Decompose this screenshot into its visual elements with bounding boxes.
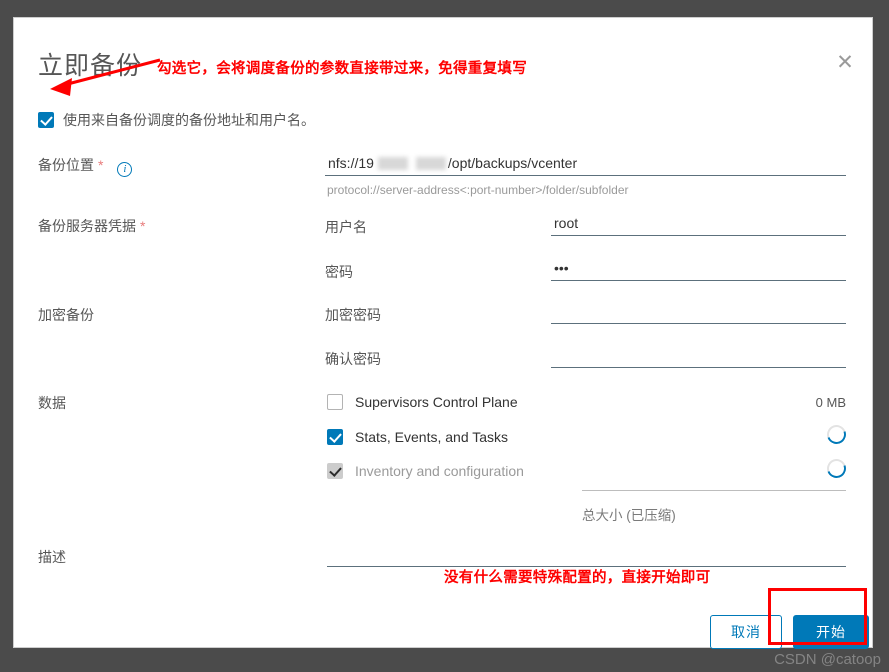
encrypt-backup-label: 加密备份: [38, 307, 94, 323]
cancel-button[interactable]: 取消: [710, 615, 782, 649]
watermark: CSDN @catoop: [774, 651, 881, 668]
stats-events-tasks-label: Stats, Events, and Tasks: [355, 429, 509, 445]
backup-now-dialog: 立即备份 ✕ 使用来自备份调度的备份地址和用户名。 备份位置 * i nfs://…: [13, 17, 873, 649]
description-label: 描述: [38, 549, 66, 565]
description-input[interactable]: [327, 545, 846, 567]
use-schedule-settings-checkbox[interactable]: [38, 112, 54, 128]
close-icon[interactable]: ✕: [834, 52, 856, 74]
supervisors-control-plane-size: 0 MB: [815, 395, 846, 410]
backup-location-help: protocol://server-address<:port-number>/…: [327, 183, 629, 197]
stats-events-tasks-loading-spinner: [823, 421, 850, 448]
encryption-password-label: 加密密码: [325, 307, 381, 323]
inventory-configuration-label: Inventory and configuration: [355, 463, 524, 479]
required-asterisk: *: [98, 157, 104, 173]
redacted-octet-1: [377, 157, 408, 170]
username-label: 用户名: [325, 219, 367, 235]
required-asterisk: *: [140, 218, 146, 234]
data-row-supervisors[interactable]: Supervisors Control Plane: [327, 394, 518, 410]
data-section-label: 数据: [38, 395, 66, 411]
stats-events-tasks-checkbox[interactable]: [327, 429, 343, 445]
dialog-title: 立即备份: [38, 52, 143, 80]
username-input[interactable]: [551, 214, 846, 236]
redacted-octet-2: [415, 157, 446, 170]
backup-location-underline: [325, 175, 846, 176]
backup-credentials-label: 备份服务器凭据 *: [38, 218, 146, 234]
inventory-configuration-checkbox: [327, 463, 343, 479]
data-row-inventory-configuration: Inventory and configuration: [327, 463, 524, 479]
password-label: 密码: [325, 264, 353, 280]
use-schedule-settings-label: 使用来自备份调度的备份地址和用户名。: [63, 112, 315, 128]
supervisors-control-plane-label: Supervisors Control Plane: [355, 394, 518, 410]
inventory-configuration-loading-spinner: [823, 455, 850, 482]
annotation-bottom: 没有什么需要特殊配置的，直接开始即可: [444, 570, 711, 586]
data-row-stats-events-tasks[interactable]: Stats, Events, and Tasks: [327, 429, 508, 445]
supervisors-control-plane-checkbox[interactable]: [327, 394, 343, 410]
backup-location-suffix: /opt/backups/vcenter: [447, 155, 578, 171]
backup-location-label: 备份位置 * i: [38, 155, 133, 177]
start-button[interactable]: 开始: [793, 615, 869, 649]
backup-location-field[interactable]: nfs://19/opt/backups/vcenter: [325, 153, 846, 176]
confirm-password-input[interactable]: [551, 346, 846, 368]
confirm-password-label: 确认密码: [325, 351, 381, 367]
info-icon[interactable]: i: [117, 162, 133, 177]
backup-location-prefix: nfs://19: [328, 155, 374, 171]
backup-location-value[interactable]: nfs://19/opt/backups/vcenter: [325, 153, 846, 175]
password-input[interactable]: [551, 259, 846, 281]
encryption-password-input[interactable]: [551, 302, 846, 324]
total-size-label: 总大小 (已压缩): [582, 508, 676, 523]
use-schedule-settings-row[interactable]: 使用来自备份调度的备份地址和用户名。: [38, 110, 315, 130]
total-size-separator: [582, 490, 846, 491]
annotation-top: 勾选它，会将调度备份的参数直接带过来，免得重复填写: [157, 61, 527, 77]
